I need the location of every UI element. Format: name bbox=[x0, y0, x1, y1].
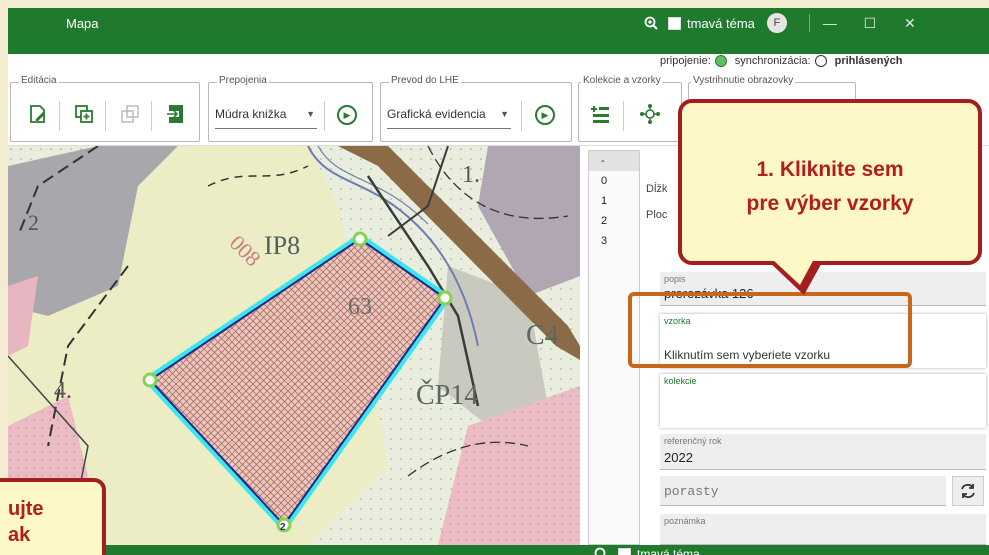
instruction-line: 1. Kliknite sem bbox=[756, 158, 904, 181]
note-label: poznámka bbox=[664, 516, 706, 526]
collections-group-label: Kolekcie a vzorky bbox=[581, 75, 663, 86]
lhe-select-value: Grafická evidencia bbox=[387, 107, 486, 121]
reference-year-field[interactable]: referenčný rok 2022 bbox=[660, 434, 986, 470]
kolekcie-field[interactable]: kolekcie bbox=[660, 374, 986, 428]
zoom-in-icon[interactable] bbox=[594, 547, 608, 555]
map-label: 1. bbox=[462, 162, 480, 188]
edit-document-icon[interactable] bbox=[27, 103, 49, 125]
note-field[interactable]: poznámka bbox=[660, 514, 986, 545]
header-strip bbox=[8, 38, 989, 54]
map-label: 63 bbox=[348, 294, 372, 320]
toolbar-separator bbox=[105, 101, 106, 131]
instruction-text: 1. Kliknite sem pre výber vzorky bbox=[682, 153, 978, 221]
instruction-line: ujte bbox=[8, 498, 44, 520]
level-item[interactable]: 3 bbox=[589, 231, 639, 251]
toolbar-separator bbox=[623, 101, 624, 131]
screenshot-group-label: Vystrihnutie obrazovky bbox=[691, 75, 796, 86]
connection-label: pripojenie: bbox=[660, 55, 711, 67]
reference-year-value: 2022 bbox=[664, 450, 693, 465]
area-label: Ploc bbox=[646, 209, 668, 221]
editing-group: Editácia bbox=[10, 75, 200, 142]
connection-indicator-icon bbox=[714, 55, 727, 67]
app-window: Mapa tmavá téma F — ☐ ✕ pripojenie: sync… bbox=[8, 8, 989, 555]
dark-theme-label: tmavá téma bbox=[637, 547, 700, 555]
copy-add-icon[interactable] bbox=[73, 103, 95, 125]
level-item[interactable]: - bbox=[589, 151, 639, 171]
collections-group: Kolekcie a vzorky bbox=[578, 75, 682, 142]
play-links-button[interactable]: ▶ bbox=[337, 105, 357, 125]
add-list-icon[interactable] bbox=[589, 103, 611, 125]
instruction-line: ak bbox=[8, 524, 31, 546]
kolekcie-label: kolekcie bbox=[664, 376, 697, 386]
callout-tail-fill bbox=[772, 259, 814, 285]
level-item[interactable]: 0 bbox=[589, 171, 639, 191]
network-icon[interactable] bbox=[639, 103, 661, 125]
refresh-icon bbox=[961, 483, 975, 499]
minimize-button[interactable]: — bbox=[810, 15, 850, 31]
links-group-label: Prepojenia bbox=[217, 75, 269, 86]
editing-group-label: Editácia bbox=[19, 75, 59, 86]
sync-label: synchronizácia: bbox=[734, 55, 811, 67]
export-icon[interactable] bbox=[165, 103, 187, 125]
status-bar: pripojenie: synchronizácia: prihlásených bbox=[8, 54, 989, 70]
map-label: IP8 bbox=[264, 231, 300, 260]
lhe-group: Prevod do LHE Grafická evidencia ▼ ▶ bbox=[380, 75, 572, 142]
toolbar-separator bbox=[521, 101, 522, 131]
instruction-line: pre výber vzorky bbox=[746, 192, 914, 215]
maximize-button[interactable]: ☐ bbox=[850, 15, 890, 32]
level-item[interactable]: 2 bbox=[589, 211, 639, 231]
popis-label: popis bbox=[664, 274, 686, 284]
chevron-down-icon: ▼ bbox=[306, 109, 315, 119]
user-avatar[interactable]: F bbox=[766, 13, 787, 33]
instruction-text-2: ujte ak bbox=[8, 496, 44, 548]
chevron-down-icon: ▼ bbox=[500, 109, 509, 119]
title-bar: Mapa tmavá téma F — ☐ ✕ bbox=[8, 8, 989, 38]
map-label: 2 bbox=[28, 210, 39, 235]
lhe-select[interactable]: Grafická evidencia ▼ bbox=[387, 107, 511, 129]
length-label: Dĺžk bbox=[646, 183, 668, 195]
map-label: 4. bbox=[54, 378, 72, 404]
copy-disabled-icon[interactable] bbox=[119, 103, 141, 125]
dark-theme-label: tmavá téma bbox=[687, 15, 755, 31]
vertex-label: 2 bbox=[280, 522, 286, 533]
toolbar-separator bbox=[151, 101, 152, 131]
instruction-callout-2: ujte ak bbox=[0, 478, 106, 555]
toolbar-separator bbox=[59, 101, 60, 131]
logged-in-label: prihlásených bbox=[834, 55, 903, 67]
links-select[interactable]: Múdra knižka ▼ bbox=[215, 107, 317, 129]
close-button[interactable]: ✕ bbox=[890, 15, 930, 32]
instruction-callout: 1. Kliknite sem pre výber vzorky bbox=[678, 99, 982, 265]
links-select-value: Múdra knižka bbox=[215, 107, 287, 121]
map-label: ČP14 bbox=[416, 380, 478, 411]
geometry-props: Dĺžk Ploc bbox=[646, 176, 667, 228]
porasty-field[interactable]: porasty bbox=[660, 476, 946, 506]
porasty-value: porasty bbox=[664, 484, 719, 499]
app-title: Mapa bbox=[66, 16, 99, 31]
level-item[interactable]: 1 bbox=[589, 191, 639, 211]
toolbar-separator bbox=[324, 101, 325, 131]
title-bar-controls: tmavá téma F — ☐ ✕ bbox=[644, 8, 930, 38]
zoom-in-icon[interactable] bbox=[644, 16, 658, 30]
dark-theme-checkbox[interactable] bbox=[618, 547, 631, 555]
vzorka-highlight bbox=[628, 292, 912, 368]
refresh-button[interactable] bbox=[952, 476, 984, 506]
lhe-group-label: Prevod do LHE bbox=[389, 75, 461, 86]
bottom-bar: tmavá téma bbox=[8, 545, 989, 555]
map-label: C4 bbox=[526, 320, 559, 351]
play-lhe-button[interactable]: ▶ bbox=[535, 105, 555, 125]
links-group: Prepojenia Múdra knižka ▼ ▶ bbox=[208, 75, 373, 142]
reference-year-label: referenčný rok bbox=[664, 436, 722, 446]
sync-indicator-icon bbox=[814, 55, 827, 67]
dark-theme-checkbox[interactable] bbox=[668, 16, 681, 30]
